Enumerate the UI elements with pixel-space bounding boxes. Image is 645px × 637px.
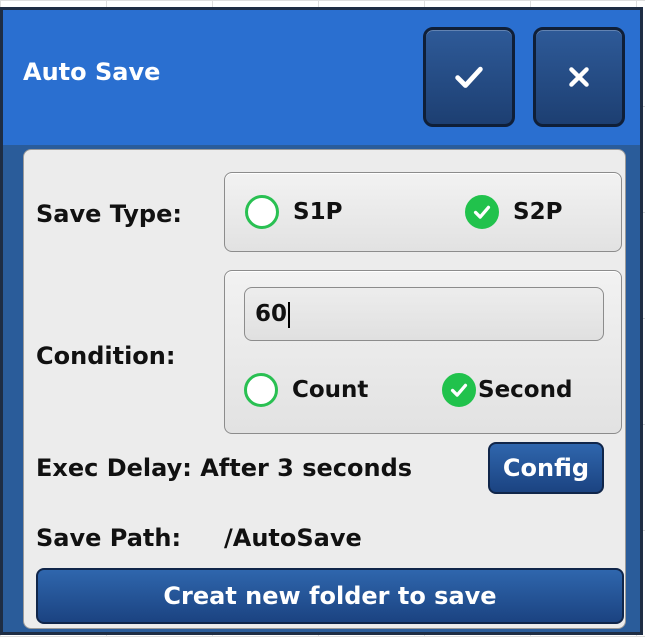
save-type-group: S1P S2P (224, 172, 622, 252)
radio-unchecked-icon (244, 373, 278, 407)
text-caret (288, 301, 291, 328)
check-icon (450, 383, 468, 397)
radio-checked-icon (442, 373, 476, 407)
radio-checked-icon (465, 195, 499, 229)
dialog-title: Auto Save (23, 58, 161, 86)
check-icon (473, 205, 491, 219)
radio-s2p-label: S2P (513, 199, 563, 225)
confirm-button[interactable] (423, 27, 515, 127)
radio-second[interactable]: Second (442, 373, 572, 407)
radio-s2p[interactable]: S2P (465, 195, 562, 229)
config-button[interactable]: Config (488, 442, 604, 494)
create-folder-button[interactable]: Creat new folder to save (36, 568, 624, 624)
radio-second-label: Second (478, 377, 573, 403)
settings-panel: Save Type: S1P S2P Condition: 60 Count S… (23, 149, 626, 629)
radio-count-label: Count (292, 377, 369, 403)
dialog-titlebar: Auto Save (3, 10, 640, 145)
check-icon (455, 66, 483, 88)
condition-label: Condition: (36, 342, 176, 370)
save-path-value: /AutoSave (224, 524, 362, 552)
condition-input[interactable]: 60 (244, 287, 604, 341)
radio-unchecked-icon (245, 195, 279, 229)
save-path-label: Save Path: (36, 524, 182, 552)
save-type-label: Save Type: (36, 200, 182, 228)
exec-delay-text: Exec Delay: After 3 seconds (36, 454, 413, 482)
radio-count[interactable]: Count (244, 373, 368, 407)
condition-input-value: 60 (255, 301, 288, 327)
auto-save-dialog: Auto Save Save Type: S1P S2P Condition: … (0, 7, 643, 635)
close-button[interactable] (533, 27, 625, 127)
close-icon (569, 67, 589, 87)
radio-s1p-label: S1P (293, 199, 343, 225)
radio-s1p[interactable]: S1P (245, 195, 342, 229)
